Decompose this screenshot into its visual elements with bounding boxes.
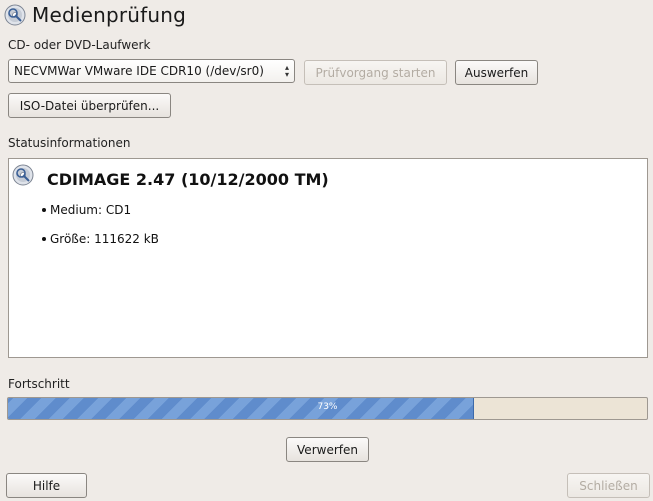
progress-bar: 73%: [7, 397, 648, 420]
status-item-text: Medium: CD1: [50, 203, 132, 217]
status-panel: CDIMAGE 2.47 (10/12/2000 TM) Medium: CD1…: [8, 158, 648, 358]
eject-button[interactable]: Auswerfen: [455, 60, 538, 85]
drive-label: CD- oder DVD-Laufwerk: [8, 38, 151, 52]
status-label: Statusinformationen: [8, 136, 131, 150]
dialog-title: Medienprüfung: [32, 3, 187, 27]
status-item-medium: Medium: CD1: [42, 203, 131, 217]
drive-select-value: NECVMWar VMware IDE CDR10 (/dev/sr0): [14, 64, 264, 78]
help-button[interactable]: Hilfe: [6, 473, 87, 498]
status-item-size: Größe: 111622 kB: [42, 232, 159, 246]
discard-button[interactable]: Verwerfen: [286, 437, 369, 462]
disc-magnifier-icon: [12, 164, 34, 186]
dialog-title-row: Medienprüfung: [4, 3, 186, 27]
updown-arrow-icon: ▴ ▾: [284, 63, 289, 79]
status-item-text: Größe: 111622 kB: [50, 232, 159, 246]
start-check-button[interactable]: Prüfvorgang starten: [304, 60, 447, 85]
bullet-icon: [42, 237, 46, 241]
bullet-icon: [42, 208, 46, 212]
close-button[interactable]: Schließen: [567, 473, 650, 498]
iso-check-button[interactable]: ISO-Datei überprüfen...: [8, 93, 171, 118]
progress-label: Fortschritt: [8, 377, 70, 391]
disc-check-icon: [4, 4, 26, 26]
drive-select[interactable]: NECVMWar VMware IDE CDR10 (/dev/sr0) ▴ ▾: [8, 59, 295, 83]
progress-text: 73%: [317, 402, 338, 412]
status-disc-title: CDIMAGE 2.47 (10/12/2000 TM): [47, 170, 329, 189]
